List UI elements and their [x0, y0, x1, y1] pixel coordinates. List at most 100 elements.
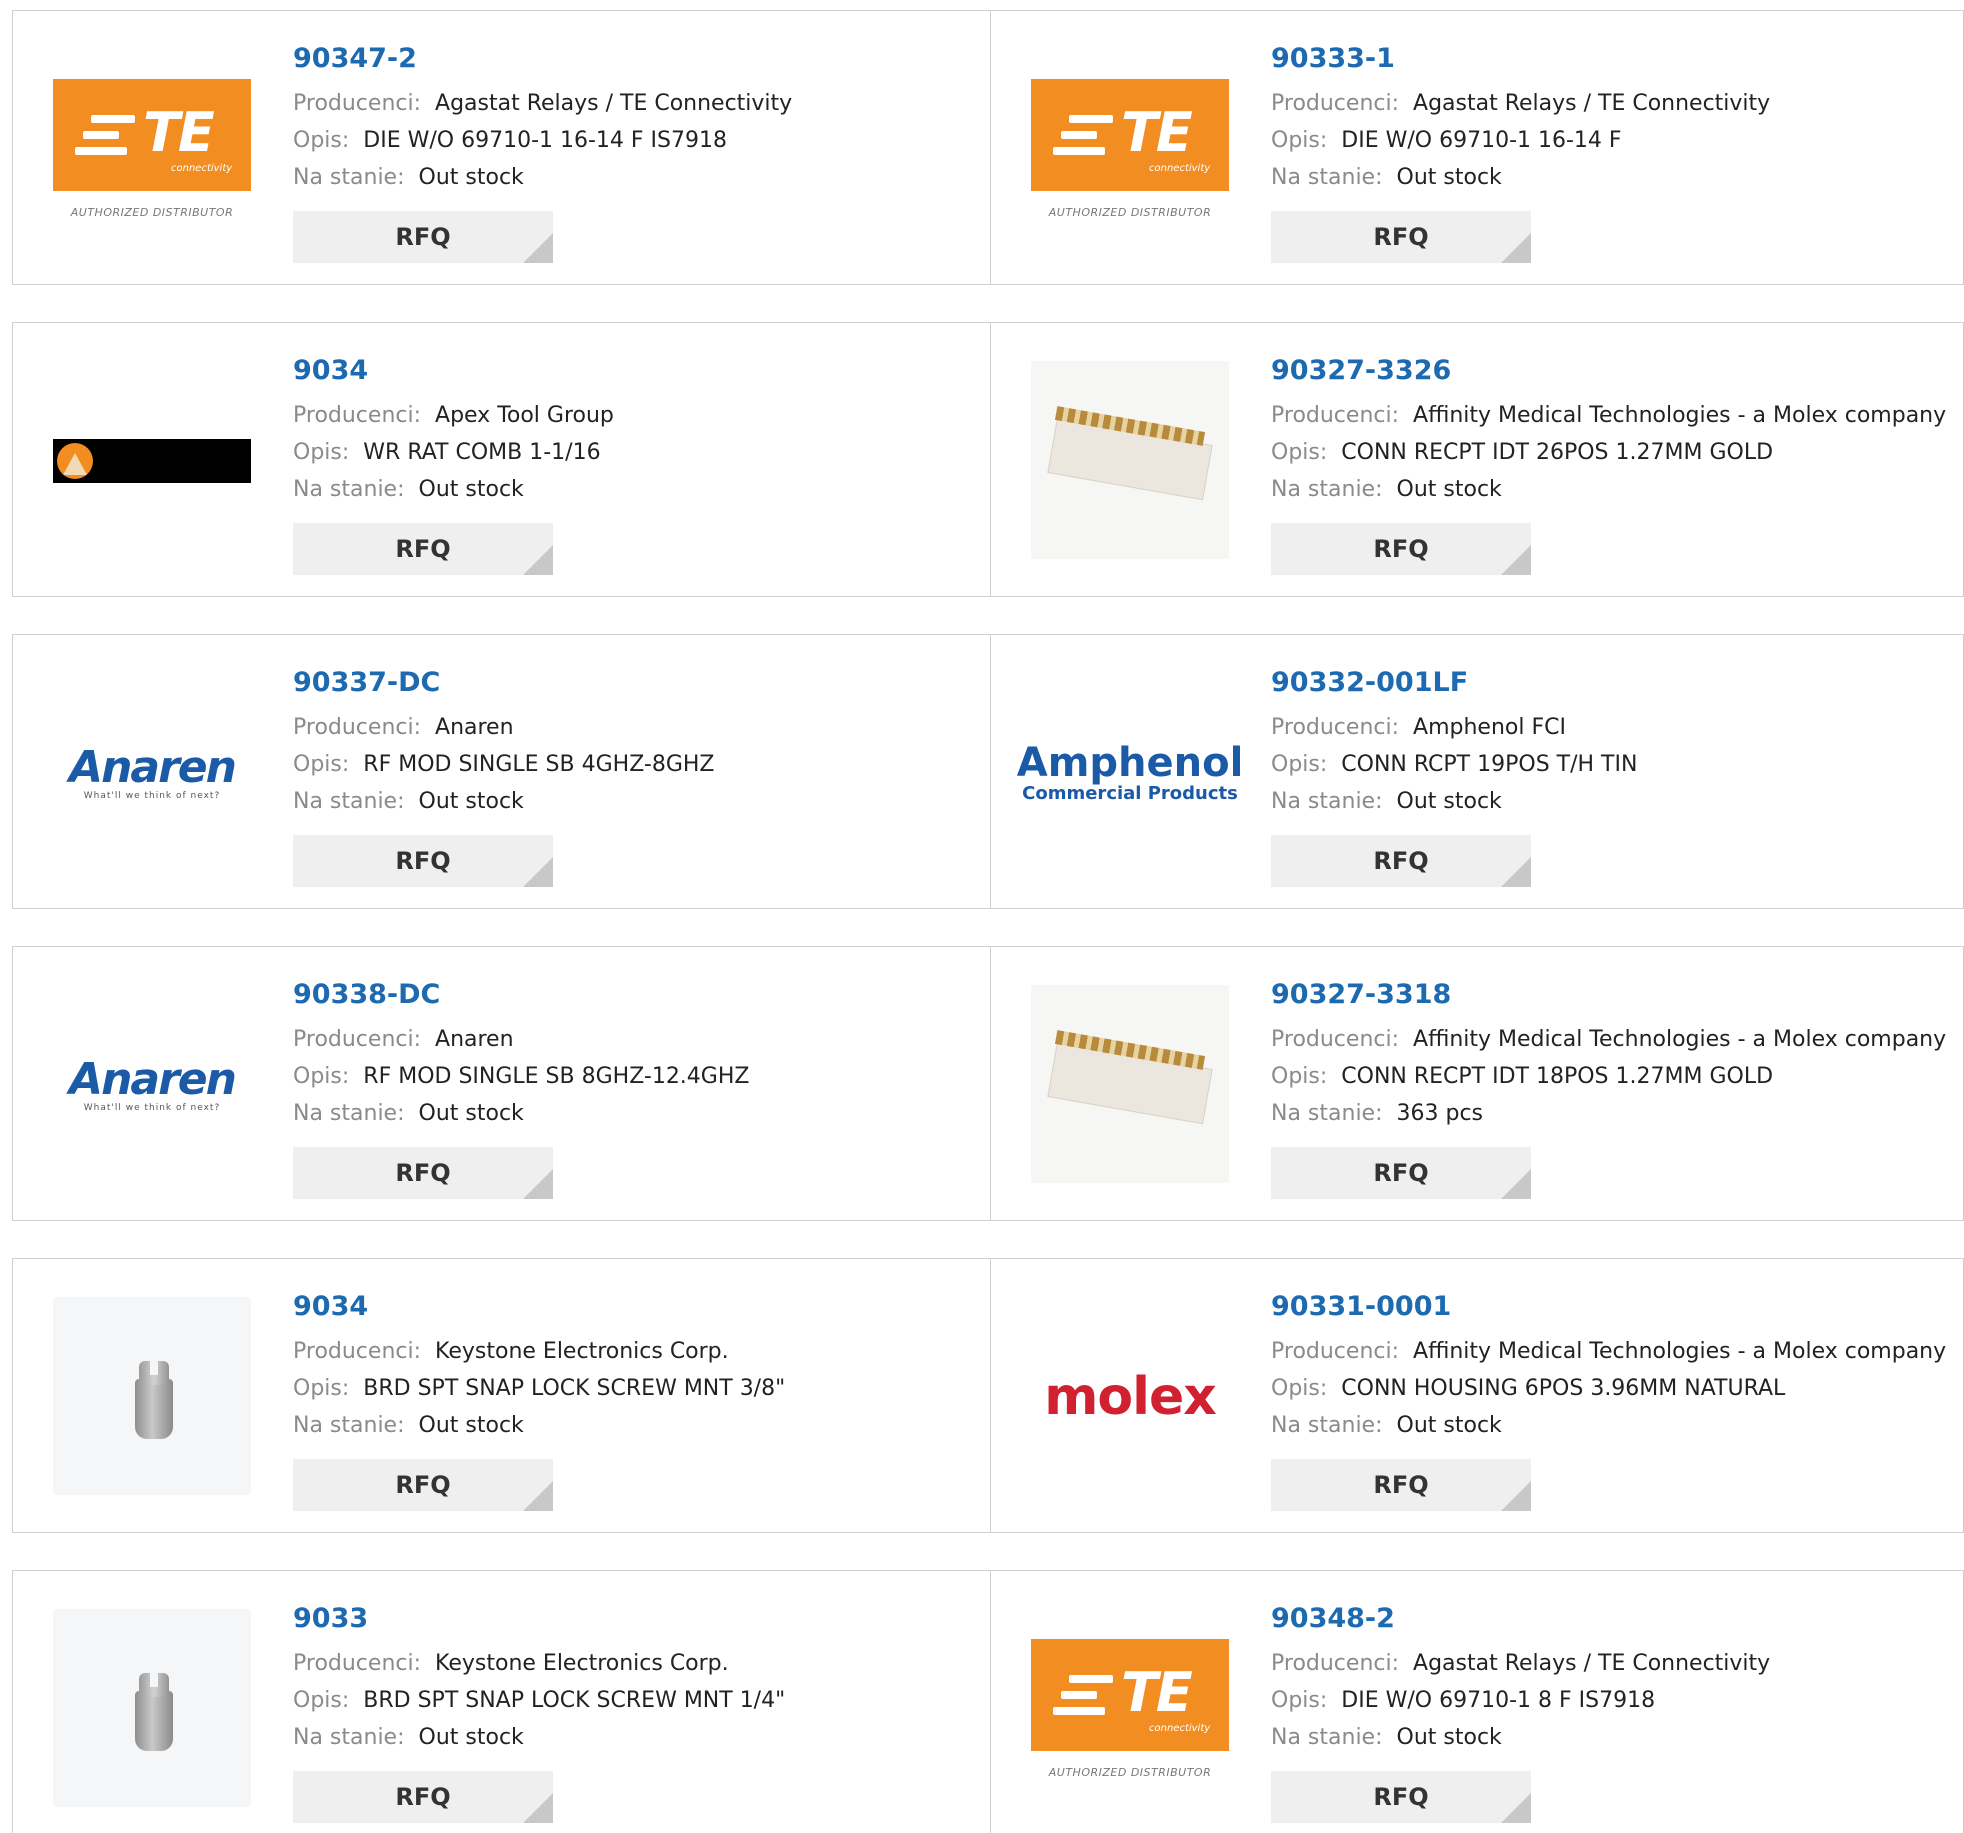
- part-number-link[interactable]: 90327-3326: [1271, 353, 1951, 389]
- manufacturer-logo[interactable]: [53, 1609, 251, 1807]
- manufacturer-value: Agastat Relays / TE Connectivity: [1413, 1651, 1771, 1676]
- manufacturer-logo[interactable]: [53, 391, 251, 531]
- manufacturer-label: Producenci:: [1271, 403, 1400, 428]
- part-number-link[interactable]: 90347-2: [293, 41, 973, 77]
- manufacturer-value: Affinity Medical Technologies - a Molex …: [1413, 403, 1947, 428]
- stock-label: Na stanie:: [1271, 1101, 1383, 1126]
- manufacturer-value: Keystone Electronics Corp.: [435, 1339, 729, 1364]
- rfq-button[interactable]: RFQ: [1271, 1147, 1531, 1199]
- product-card: 9034 Producenci: Keystone Electronics Cor…: [13, 1259, 991, 1532]
- apex-logo: [53, 439, 251, 483]
- manufacturer-label: Producenci:: [293, 403, 422, 428]
- te-logo: TE connectivity AUTHORIZED DISTRIBUTOR: [1031, 79, 1229, 219]
- rfq-button[interactable]: RFQ: [293, 211, 553, 263]
- description-label: Opis:: [1271, 1064, 1328, 1089]
- manufacturer-label: Producenci:: [1271, 1339, 1400, 1364]
- description-label: Opis:: [293, 1064, 350, 1089]
- rfq-button[interactable]: RFQ: [293, 835, 553, 887]
- part-number-link[interactable]: 90338-DC: [293, 977, 973, 1013]
- stock-value: Out stock: [418, 1101, 524, 1126]
- rfq-button[interactable]: RFQ: [1271, 835, 1531, 887]
- product-card: 9034 Producenci: Apex Tool Group Opis: WR …: [13, 323, 991, 596]
- manufacturer-value: Affinity Medical Technologies - a Molex …: [1413, 1339, 1947, 1364]
- part-number-link[interactable]: 90331-0001: [1271, 1289, 1951, 1325]
- stock-label: Na stanie:: [293, 789, 405, 814]
- manufacturer-value: Agastat Relays / TE Connectivity: [435, 91, 793, 116]
- rfq-button[interactable]: RFQ: [293, 1771, 553, 1823]
- screw-photo: [53, 1297, 251, 1495]
- manufacturer-value: Keystone Electronics Corp.: [435, 1651, 729, 1676]
- manufacturer-logo[interactable]: Anaren What'll we think of next?: [53, 703, 251, 843]
- manufacturer-value: Affinity Medical Technologies - a Molex …: [1413, 1027, 1947, 1052]
- screw-photo: [53, 1609, 251, 1807]
- manufacturer-label: Producenci:: [293, 1027, 422, 1052]
- rfq-button[interactable]: RFQ: [1271, 1459, 1531, 1511]
- description-label: Opis:: [293, 128, 350, 153]
- manufacturer-logo[interactable]: molex: [1031, 1327, 1229, 1467]
- stock-label: Na stanie:: [293, 1101, 405, 1126]
- description-value: RF MOD SINGLE SB 4GHZ-8GHZ: [363, 752, 715, 777]
- product-card: 9033 Producenci: Keystone Electronics Cor…: [13, 1571, 991, 1833]
- stock-value: Out stock: [418, 1725, 524, 1750]
- part-number-link[interactable]: 9034: [293, 1289, 973, 1325]
- product-card: Anaren What'll we think of next? 90337-D…: [13, 635, 991, 908]
- product-card: 90327-3326 Producenci: Affinity Medical T…: [991, 323, 1964, 596]
- stock-label: Na stanie:: [1271, 1413, 1383, 1438]
- part-number-link[interactable]: 90327-3318: [1271, 977, 1951, 1013]
- part-number-link[interactable]: 9033: [293, 1601, 973, 1637]
- manufacturer-logo[interactable]: TE connectivity AUTHORIZED DISTRIBUTOR: [1031, 1639, 1229, 1779]
- stock-label: Na stanie:: [293, 1413, 405, 1438]
- product-card: TE connectivity AUTHORIZED DISTRIBUTOR 9…: [991, 11, 1964, 284]
- molex-logo: molex: [1044, 1367, 1217, 1427]
- manufacturer-label: Producenci:: [1271, 1651, 1400, 1676]
- rfq-button[interactable]: RFQ: [1271, 211, 1531, 263]
- manufacturer-value: Apex Tool Group: [435, 403, 614, 428]
- manufacturer-logo[interactable]: [1031, 985, 1229, 1183]
- rfq-button[interactable]: RFQ: [293, 1147, 553, 1199]
- connector-photo: [1031, 361, 1229, 559]
- manufacturer-value: Agastat Relays / TE Connectivity: [1413, 91, 1771, 116]
- stock-value: Out stock: [418, 477, 524, 502]
- stock-value: Out stock: [418, 1413, 524, 1438]
- rfq-button[interactable]: RFQ: [293, 1459, 553, 1511]
- manufacturer-logo[interactable]: TE connectivity AUTHORIZED DISTRIBUTOR: [1031, 79, 1229, 219]
- manufacturer-logo[interactable]: [1031, 361, 1229, 559]
- manufacturer-label: Producenci:: [1271, 715, 1400, 740]
- description-value: CONN RECPT IDT 18POS 1.27MM GOLD: [1341, 1064, 1774, 1089]
- manufacturer-logo[interactable]: Anaren What'll we think of next?: [53, 1015, 251, 1155]
- manufacturer-logo[interactable]: Amphenol Commercial Products: [1017, 703, 1244, 843]
- manufacturer-logo[interactable]: TE connectivity AUTHORIZED DISTRIBUTOR: [53, 79, 251, 219]
- description-value: RF MOD SINGLE SB 8GHZ-12.4GHZ: [363, 1064, 750, 1089]
- rfq-button[interactable]: RFQ: [1271, 523, 1531, 575]
- part-number-link[interactable]: 90332-001LF: [1271, 665, 1951, 701]
- stock-value: Out stock: [1396, 1725, 1502, 1750]
- description-value: BRD SPT SNAP LOCK SCREW MNT 3/8": [363, 1376, 786, 1401]
- stock-value: Out stock: [1396, 165, 1502, 190]
- part-number-link[interactable]: 90333-1: [1271, 41, 1951, 77]
- product-card: molex 90331-0001 Producenci: Affinity Med…: [991, 1259, 1964, 1532]
- manufacturer-value: Anaren: [435, 1027, 514, 1052]
- anaren-logo: Anaren What'll we think of next?: [69, 742, 237, 802]
- stock-value: Out stock: [418, 789, 524, 814]
- description-value: DIE W/O 69710-1 16-14 F IS7918: [363, 128, 728, 153]
- description-value: DIE W/O 69710-1 8 F IS7918: [1341, 1688, 1656, 1713]
- product-row: Anaren What'll we think of next? 90338-D…: [12, 946, 1964, 1221]
- stock-label: Na stanie:: [293, 477, 405, 502]
- manufacturer-logo[interactable]: [53, 1297, 251, 1495]
- part-number-link[interactable]: 90348-2: [1271, 1601, 1951, 1637]
- amphenol-logo: Amphenol Commercial Products: [1016, 740, 1244, 804]
- product-row: 9033 Producenci: Keystone Electronics Cor…: [12, 1570, 1964, 1833]
- stock-value: Out stock: [1396, 789, 1502, 814]
- te-logo: TE connectivity AUTHORIZED DISTRIBUTOR: [53, 79, 251, 219]
- description-label: Opis:: [1271, 1688, 1328, 1713]
- part-number-link[interactable]: 9034: [293, 353, 973, 389]
- product-card: Anaren What'll we think of next? 90338-D…: [13, 947, 991, 1220]
- stock-label: Na stanie:: [1271, 165, 1383, 190]
- part-number-link[interactable]: 90337-DC: [293, 665, 973, 701]
- description-label: Opis:: [1271, 128, 1328, 153]
- description-label: Opis:: [293, 752, 350, 777]
- product-card: TE connectivity AUTHORIZED DISTRIBUTOR 9…: [13, 11, 991, 284]
- description-value: WR RAT COMB 1-1/16: [363, 440, 601, 465]
- rfq-button[interactable]: RFQ: [1271, 1771, 1531, 1823]
- rfq-button[interactable]: RFQ: [293, 523, 553, 575]
